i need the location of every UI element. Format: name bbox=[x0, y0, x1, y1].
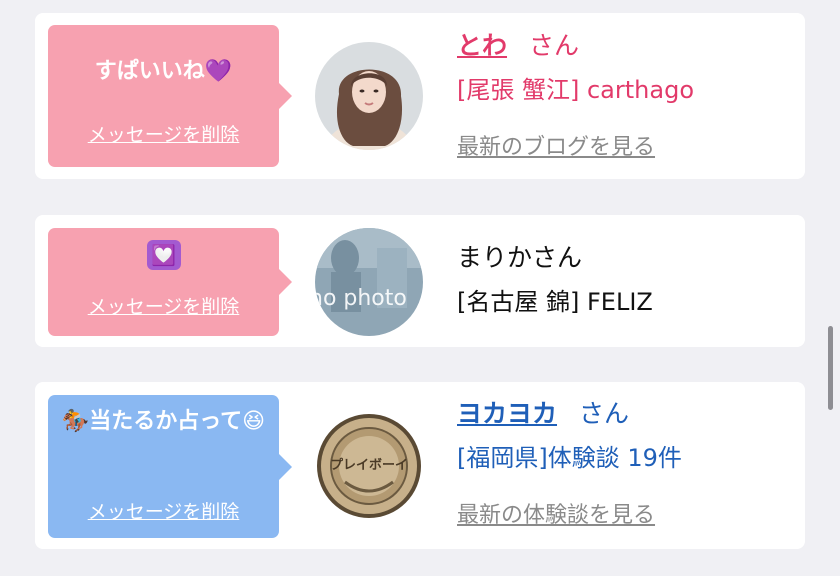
name-line: とわ さん bbox=[457, 29, 694, 63]
delete-message-link[interactable]: メッセージを削除 bbox=[48, 497, 279, 524]
message-card: 💟 メッセージを削除 no photo まりかさん [名古屋 錦] FELIZ bbox=[35, 215, 805, 347]
shop-info: [福岡県]体験談 19件 bbox=[457, 444, 682, 472]
coin-text: プレイボーイ bbox=[329, 458, 408, 473]
message-card: 🏇当たるか占って😆 メッセージを削除 プレイボーイ ヨカヨカ さん [福岡県]体験… bbox=[35, 382, 805, 549]
delete-message-link[interactable]: メッセージを削除 bbox=[48, 292, 279, 319]
user-info: とわ さん [尾張 蟹江] carthago 最新のブログを見る bbox=[457, 29, 694, 161]
user-info: ヨカヨカ さん [福岡県]体験談 19件 最新の体験談を見る bbox=[457, 397, 682, 529]
honorific: さん bbox=[529, 31, 580, 60]
latest-blog-link[interactable]: 最新のブログを見る bbox=[457, 129, 694, 161]
avatar[interactable]: no photo bbox=[315, 228, 423, 336]
user-name: まりかさん bbox=[457, 243, 583, 272]
user-name-link[interactable]: とわ bbox=[457, 31, 507, 60]
message-bubble: すぱいいね💜 メッセージを削除 bbox=[48, 25, 292, 167]
no-photo-label: no photo bbox=[315, 286, 407, 311]
avatar[interactable] bbox=[315, 42, 423, 150]
message-text: 💟 bbox=[48, 240, 279, 270]
name-line: ヨカヨカ さん bbox=[457, 397, 682, 431]
message-text: 🏇当たるか占って😆 bbox=[61, 409, 266, 434]
message-bubble: 💟 メッセージを削除 bbox=[48, 228, 292, 336]
latest-review-link[interactable]: 最新の体験談を見る bbox=[457, 497, 682, 529]
message-bubble: 🏇当たるか占って😆 メッセージを削除 bbox=[48, 395, 292, 538]
scrollbar[interactable] bbox=[828, 326, 833, 410]
shop-info: [名古屋 錦] FELIZ bbox=[457, 288, 653, 316]
user-name-link[interactable]: ヨカヨカ bbox=[457, 399, 557, 428]
shop-info: [尾張 蟹江] carthago bbox=[457, 76, 694, 104]
user-info: まりかさん [名古屋 錦] FELIZ bbox=[457, 241, 653, 319]
honorific: さん bbox=[579, 399, 630, 428]
message-text: すぱいいね💜 bbox=[94, 59, 233, 84]
message-card: すぱいいね💜 メッセージを削除 とわ さん [尾張 蟹江] carthago 最新… bbox=[35, 13, 805, 179]
heart-emoji: 💟 bbox=[146, 240, 181, 270]
avatar[interactable]: プレイボーイ bbox=[315, 412, 423, 520]
delete-message-link[interactable]: メッセージを削除 bbox=[48, 120, 279, 147]
